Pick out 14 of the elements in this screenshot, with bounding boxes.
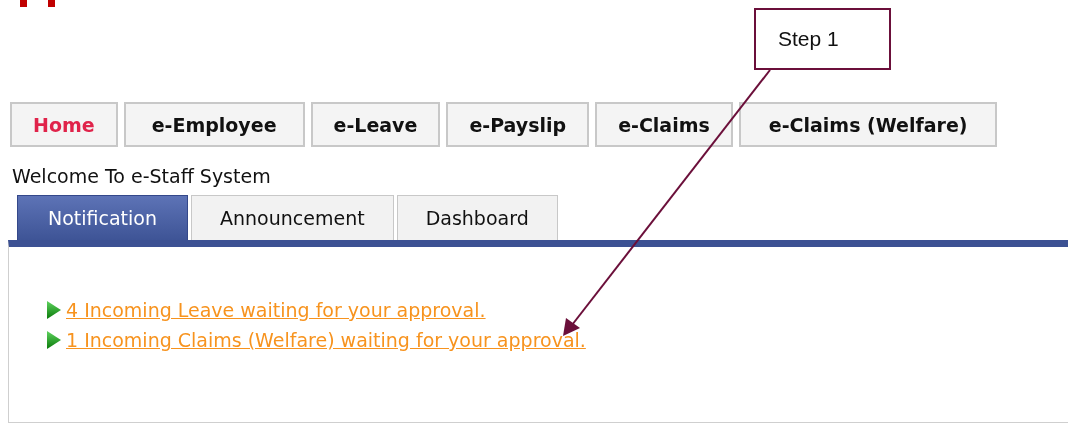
tab[interactable]: Announcement xyxy=(191,195,394,240)
menu-button[interactable]: e-Payslip xyxy=(446,102,590,147)
menu-button[interactable]: e-Leave xyxy=(310,102,441,147)
tab[interactable]: Notification xyxy=(17,195,189,240)
triangle-icon xyxy=(46,300,62,320)
triangle-icon xyxy=(46,330,62,350)
logo-icon xyxy=(20,0,56,7)
callout-box: Step 1 xyxy=(754,8,891,70)
menu-button[interactable]: Home xyxy=(10,102,118,147)
menu-button[interactable]: e-Claims (Welfare) xyxy=(738,102,998,147)
menu-button[interactable]: e-Employee xyxy=(123,102,305,147)
tab[interactable]: Dashboard xyxy=(396,195,558,240)
menu-button[interactable]: e-Claims xyxy=(595,102,733,147)
welcome-text: Welcome To e-Staff System xyxy=(12,165,271,187)
